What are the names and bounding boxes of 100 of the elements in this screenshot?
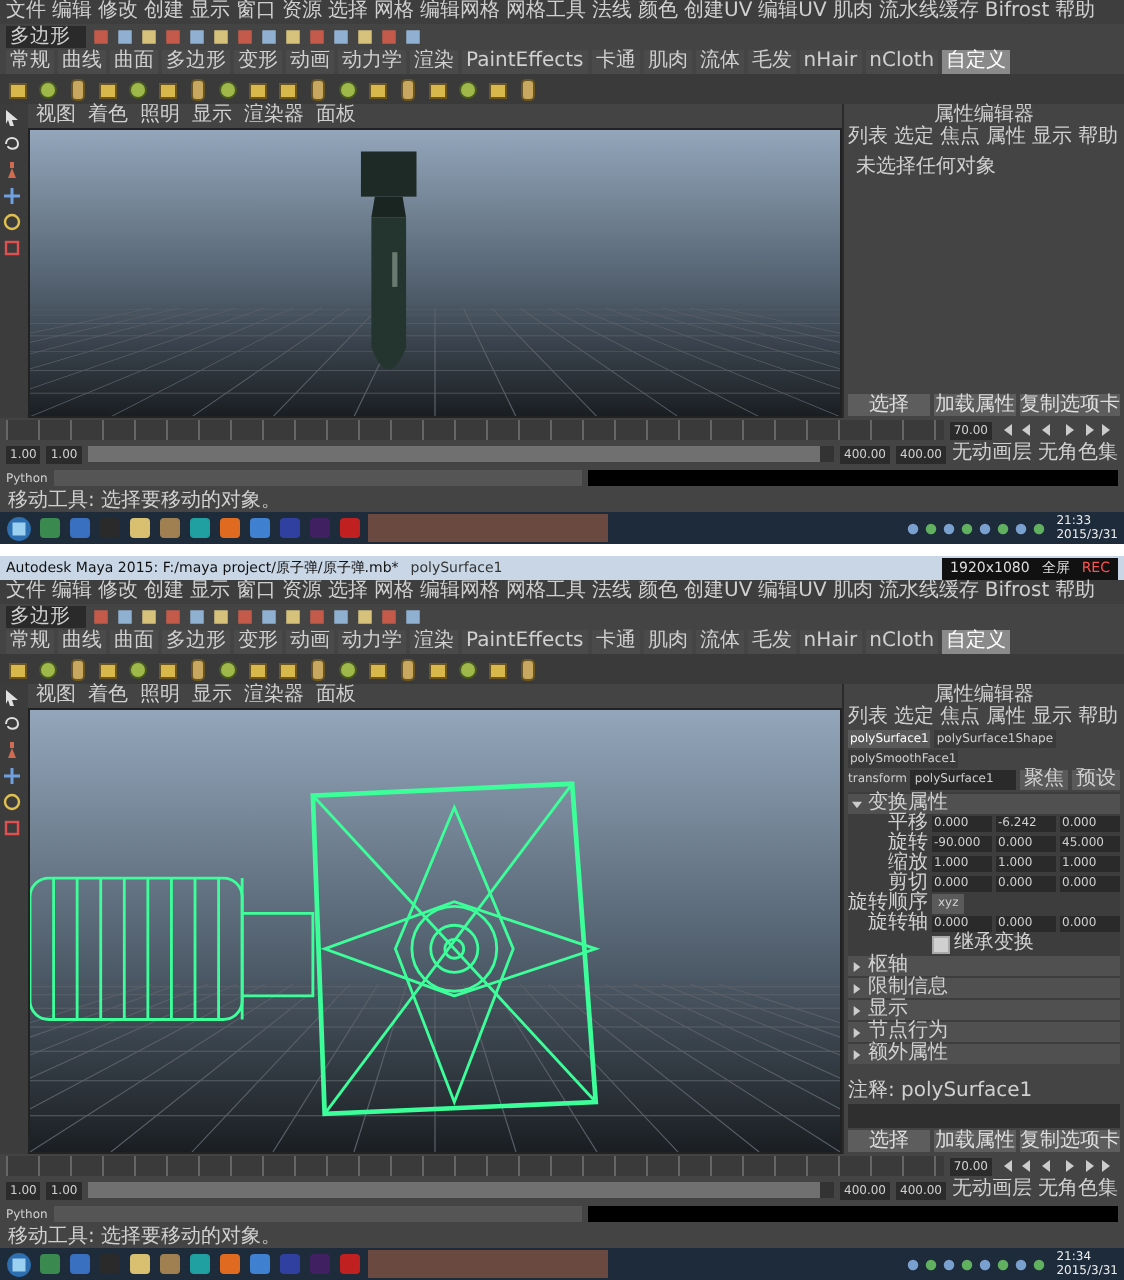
section-header[interactable]: 变换属性 <box>848 794 1120 814</box>
menu-item[interactable]: Bifrost <box>984 0 1050 24</box>
menu-item[interactable]: 窗口 <box>236 580 276 604</box>
character-set-dropdown[interactable]: 无角色集 <box>1038 442 1118 466</box>
sphere-icon[interactable] <box>216 77 240 101</box>
editor-button[interactable]: 加载属性 <box>934 1130 1016 1152</box>
shelf-tab[interactable]: 动力学 <box>338 50 406 74</box>
menu-item[interactable]: 创建UV <box>684 0 753 24</box>
arrow-tool-icon[interactable] <box>2 688 22 708</box>
taskbar-app-icon[interactable] <box>158 516 182 540</box>
menu-item[interactable]: 修改 <box>98 0 138 24</box>
shelf-tab[interactable]: 常规 <box>6 630 54 654</box>
cube-icon[interactable] <box>246 657 270 681</box>
taskbar-app-icon[interactable] <box>128 516 152 540</box>
cube-icon[interactable] <box>366 77 390 101</box>
shelf-tab[interactable]: 流体 <box>695 630 744 654</box>
side-button[interactable]: 聚焦 <box>1020 770 1068 790</box>
taskbar-app-icon[interactable] <box>218 516 242 540</box>
menu-item[interactable]: 法线 <box>592 0 632 24</box>
scale-tool-icon[interactable] <box>2 818 22 838</box>
panel-menu-item[interactable]: 显示 <box>192 684 232 708</box>
menu-item[interactable]: 编辑 <box>52 0 92 24</box>
start-button-icon[interactable] <box>6 515 32 541</box>
section-header[interactable]: 额外属性 <box>848 1044 1120 1064</box>
panel-menu-item[interactable]: 视图 <box>36 104 76 128</box>
menu-item[interactable]: 流水线缓存 <box>878 580 979 604</box>
menu-item[interactable]: 资源 <box>282 580 322 604</box>
panel-menu-item[interactable]: 照明 <box>140 684 180 708</box>
taskbar-app-icon[interactable] <box>218 1252 242 1276</box>
shelf-tab[interactable]: 肌肉 <box>643 630 692 654</box>
menu-item[interactable]: 编辑UV <box>758 580 827 604</box>
shelf-tab[interactable]: 毛发 <box>747 630 796 654</box>
cube-icon[interactable] <box>156 657 180 681</box>
shelf-tab[interactable]: 曲面 <box>110 50 158 74</box>
editor-button[interactable]: 复制选项卡 <box>1020 1130 1120 1152</box>
menu-item[interactable]: 编辑网格 <box>420 580 500 604</box>
shelf-tab[interactable]: 常规 <box>6 50 54 74</box>
section-header[interactable]: 节点行为 <box>848 1022 1120 1042</box>
panel-menu-item[interactable]: 列表 <box>848 128 888 148</box>
shelf-tab[interactable]: 曲面 <box>110 630 158 654</box>
cylinder-icon[interactable] <box>186 77 210 101</box>
panel-menu-item[interactable]: 照明 <box>140 104 180 128</box>
sphere-icon[interactable] <box>126 657 150 681</box>
taskbar-app-icon[interactable] <box>188 516 212 540</box>
cube-icon[interactable] <box>156 77 180 101</box>
start-button-icon[interactable] <box>6 1251 32 1277</box>
shelf-tab[interactable]: 动力学 <box>338 630 406 654</box>
shelf-tab[interactable]: 多边形 <box>162 50 230 74</box>
panel-menu-item[interactable]: 焦点 <box>940 708 980 728</box>
menu-item[interactable]: 网格 <box>374 0 414 24</box>
shelf-tab[interactable]: 自定义 <box>942 50 1011 74</box>
character-set-dropdown[interactable]: 无角色集 <box>1038 1178 1118 1202</box>
panel-menu-item[interactable]: 显示 <box>1032 708 1072 728</box>
move-tool-icon[interactable] <box>2 766 22 786</box>
shelf-tab[interactable]: 渲染 <box>410 50 458 74</box>
sphere-icon[interactable] <box>36 657 60 681</box>
taskbar-app-icon[interactable] <box>188 1252 212 1276</box>
cube-icon[interactable] <box>426 77 450 101</box>
shelf-tab[interactable]: 卡通 <box>591 50 640 74</box>
sphere-icon[interactable] <box>36 77 60 101</box>
menu-item[interactable]: 帮助 <box>1055 0 1096 24</box>
panel-menu-item[interactable]: 帮助 <box>1078 708 1118 728</box>
menu-item[interactable]: 肌肉 <box>832 580 873 604</box>
section-header[interactable]: 显示 <box>848 1000 1120 1020</box>
cube-icon[interactable] <box>96 657 120 681</box>
side-button[interactable]: 预设 <box>1072 770 1120 790</box>
panel-menu-item[interactable]: 渲染器 <box>244 104 304 128</box>
menu-item[interactable]: 文件 <box>6 580 46 604</box>
rotate-tool-icon[interactable] <box>2 792 22 812</box>
section-header[interactable]: 枢轴 <box>848 956 1120 976</box>
menu-item[interactable]: 编辑网格 <box>420 0 500 24</box>
shelf-tab[interactable]: 自定义 <box>942 630 1011 654</box>
menu-item[interactable]: Bifrost <box>984 580 1050 604</box>
viewport[interactable] <box>28 128 842 418</box>
cube-icon[interactable] <box>486 77 510 101</box>
cube-icon[interactable] <box>276 77 300 101</box>
shelf-tab[interactable]: 动画 <box>286 630 334 654</box>
menu-item[interactable]: 网格工具 <box>506 0 586 24</box>
mode-dropdown[interactable]: 多边形 <box>6 26 86 48</box>
checkbox[interactable] <box>932 935 950 953</box>
menu-item[interactable]: 选择 <box>328 0 368 24</box>
editor-button[interactable]: 复制选项卡 <box>1020 394 1120 416</box>
anim-layer-dropdown[interactable]: 无动画层 <box>952 1178 1032 1202</box>
cube-icon[interactable] <box>426 657 450 681</box>
move-tool-icon[interactable] <box>2 186 22 206</box>
sphere-icon[interactable] <box>456 77 480 101</box>
menu-item[interactable]: 创建UV <box>684 580 753 604</box>
panel-menu-item[interactable]: 渲染器 <box>244 684 304 708</box>
shelf-tab[interactable]: 卡通 <box>591 630 640 654</box>
sphere-icon[interactable] <box>216 657 240 681</box>
sphere-icon[interactable] <box>126 77 150 101</box>
shelf-tab[interactable]: 渲染 <box>410 630 458 654</box>
shelf-tab[interactable]: nHair <box>799 50 862 74</box>
panel-menu-item[interactable]: 着色 <box>88 104 128 128</box>
cube-icon[interactable] <box>6 77 30 101</box>
cube-icon[interactable] <box>276 657 300 681</box>
panel-menu-item[interactable]: 视图 <box>36 684 76 708</box>
lasso-tool-icon[interactable] <box>2 134 22 154</box>
menu-item[interactable]: 修改 <box>98 580 138 604</box>
lasso-tool-icon[interactable] <box>2 714 22 734</box>
